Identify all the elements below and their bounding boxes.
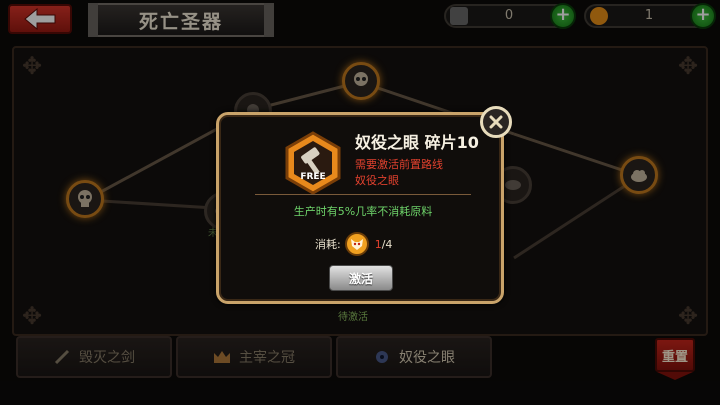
effect-text: 生产时有5%几率不消耗原料 bbox=[293, 205, 433, 218]
item-name: 奴役之眼 碎片10 bbox=[355, 133, 479, 152]
close-button[interactable] bbox=[480, 106, 512, 138]
cost-label: 消耗: bbox=[315, 238, 341, 251]
cost-row: 消耗: 1 /4 bbox=[315, 231, 392, 257]
requirement-line: 需要激活前置路线 bbox=[355, 158, 443, 171]
close-x-icon bbox=[489, 115, 503, 129]
pending-label: 待激活 bbox=[338, 312, 368, 323]
requirement-line: 奴役之眼 bbox=[355, 174, 399, 187]
cost-owned: 1 bbox=[374, 237, 382, 251]
fragment-popup: FREE 奴役之眼 碎片10 需要激活前置路线 奴役之眼 生产时有5%几率不消耗… bbox=[216, 112, 504, 304]
demon-mask-icon bbox=[344, 232, 369, 256]
divider bbox=[255, 194, 471, 195]
activate-button[interactable]: 激活 bbox=[329, 265, 393, 291]
free-badge: FREE bbox=[300, 172, 325, 182]
cost-required: /4 bbox=[381, 237, 393, 251]
hammer-free-icon: FREE bbox=[285, 131, 341, 195]
